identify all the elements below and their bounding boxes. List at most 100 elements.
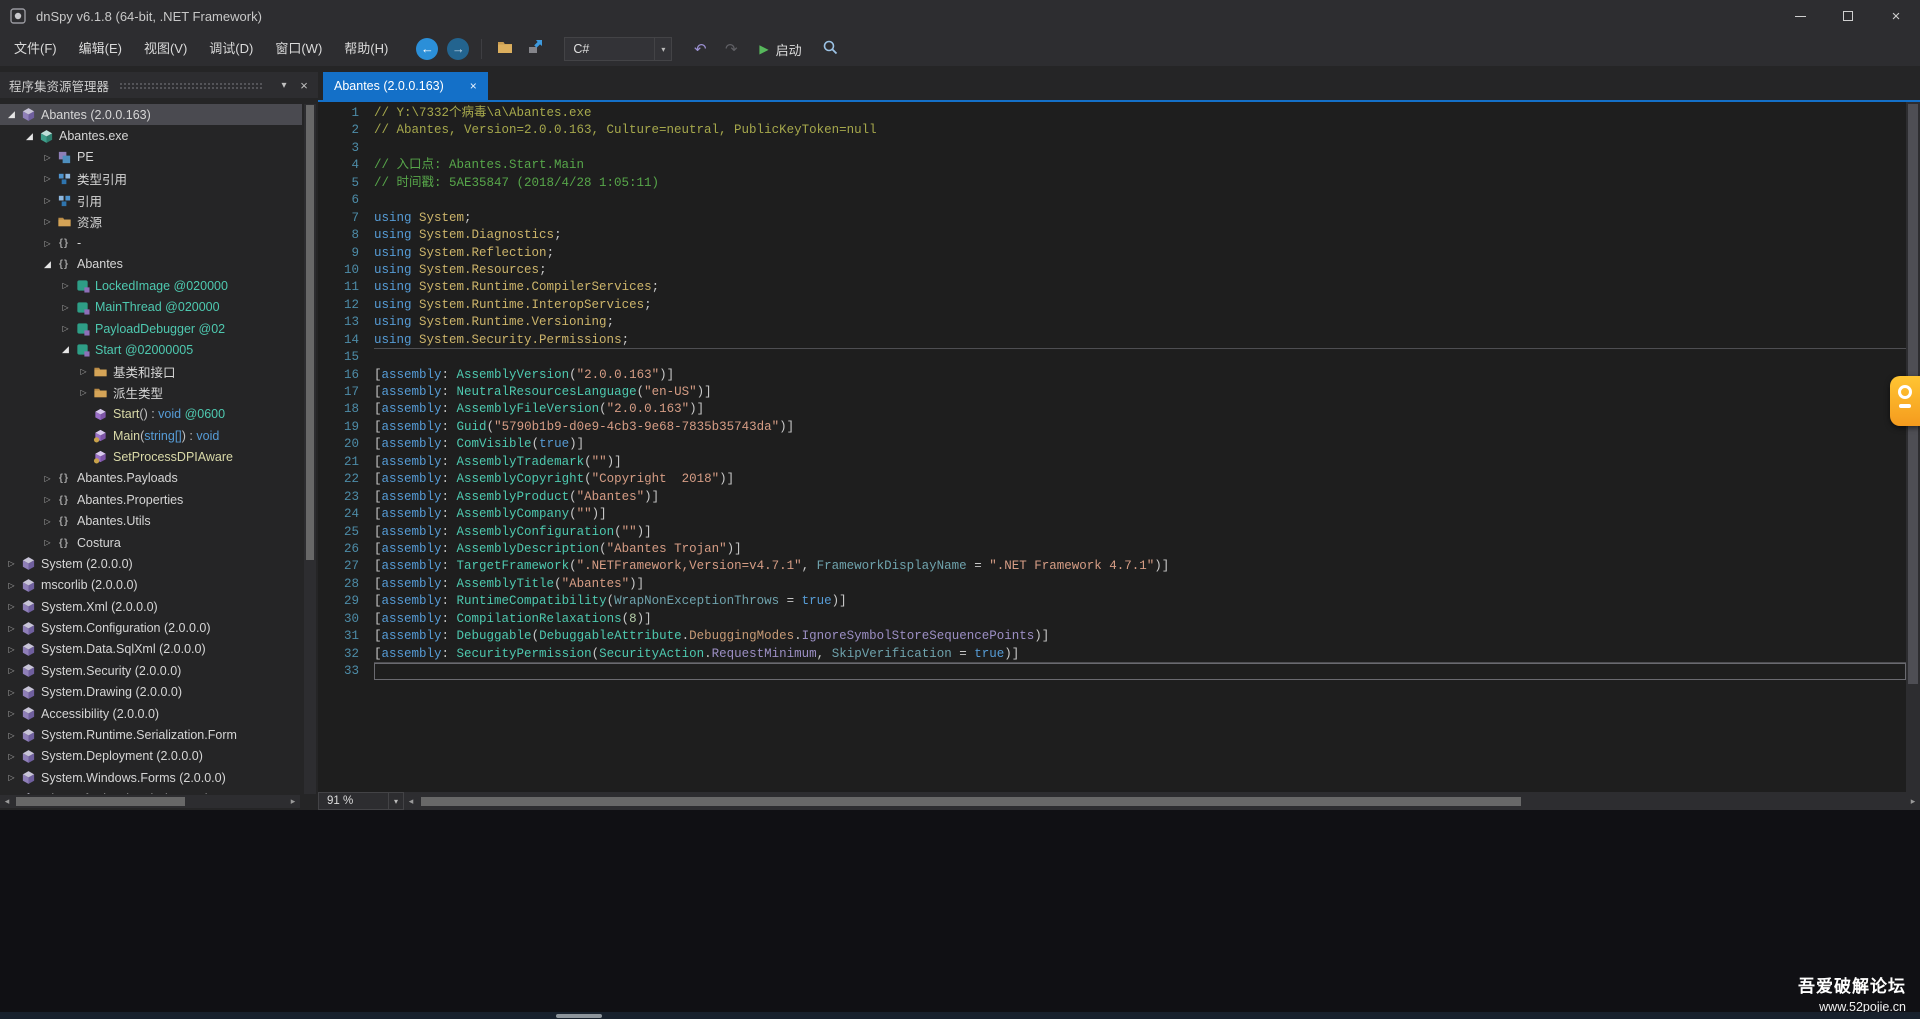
tab-close-icon[interactable]: × xyxy=(470,79,477,93)
code-line-content[interactable]: // Abantes, Version=2.0.0.163, Culture=n… xyxy=(374,122,1906,139)
expand-arrow-icon[interactable]: ▷ xyxy=(40,474,55,483)
tree-item[interactable]: ▷{}Abantes.Payloads xyxy=(0,468,302,489)
scrollbar-track[interactable] xyxy=(419,797,1905,806)
collapse-arrow-icon[interactable]: ◢ xyxy=(22,131,37,142)
code-line-content[interactable]: [assembly: AssemblyTrademark("")] xyxy=(374,454,1906,471)
collapse-arrow-icon[interactable]: ◢ xyxy=(58,344,73,355)
language-combo[interactable]: C# ▾ xyxy=(564,37,672,61)
menu-debug[interactable]: 调试(D) xyxy=(198,32,264,66)
editor-horizontal-scrollbar[interactable]: ◂ ▸ xyxy=(404,795,1920,808)
scrollbar-thumb[interactable] xyxy=(421,797,1521,806)
tree-vertical-scrollbar[interactable] xyxy=(304,104,316,794)
menu-edit[interactable]: 编辑(E) xyxy=(68,32,133,66)
panel-drag-grip[interactable] xyxy=(119,82,264,89)
close-button[interactable]: × xyxy=(1872,0,1920,32)
code-line-content[interactable]: // 入口点: Abantes.Start.Main xyxy=(374,157,1906,174)
maximize-button[interactable] xyxy=(1824,0,1872,32)
tree-item[interactable]: ▷派生类型 xyxy=(0,382,302,403)
expand-arrow-icon[interactable]: ▷ xyxy=(40,217,55,226)
expand-arrow-icon[interactable]: ▷ xyxy=(4,666,19,675)
expand-arrow-icon[interactable]: ▷ xyxy=(40,538,55,547)
expand-arrow-icon[interactable]: ▷ xyxy=(4,773,19,782)
tree-item[interactable]: ▷基类和接口 xyxy=(0,361,302,382)
code-line-content[interactable] xyxy=(374,140,1906,157)
code-line-content[interactable]: [assembly: Debuggable(DebuggableAttribut… xyxy=(374,628,1906,645)
code-line-content[interactable]: // Y:\7332个病毒\a\Abantes.exe xyxy=(374,105,1906,122)
tree-item[interactable]: ▷System.Data.SqlXml (2.0.0.0) xyxy=(0,639,302,660)
nav-back-button[interactable]: ← xyxy=(415,37,439,61)
chevron-down-icon[interactable]: ▾ xyxy=(654,38,671,60)
expand-arrow-icon[interactable]: ▷ xyxy=(40,517,55,526)
tree-item[interactable]: ▷System.Runtime.Serialization.Form xyxy=(0,724,302,745)
save-all-button[interactable] xyxy=(524,37,548,61)
expand-arrow-icon[interactable]: ▷ xyxy=(40,239,55,248)
code-line-content[interactable]: using System.Runtime.InteropServices; xyxy=(374,297,1906,314)
expand-arrow-icon[interactable]: ▷ xyxy=(4,688,19,697)
code-line-content[interactable]: using System.Runtime.CompilerServices; xyxy=(374,279,1906,296)
code-line-content[interactable] xyxy=(374,349,1906,366)
tree-item[interactable]: ▷System.Deployment (2.0.0.0) xyxy=(0,746,302,767)
expand-arrow-icon[interactable]: ▷ xyxy=(58,281,73,290)
tree-item[interactable]: ▷PE xyxy=(0,147,302,168)
code-line-content[interactable]: [assembly: AssemblyCompany("")] xyxy=(374,506,1906,523)
tree-item[interactable]: ▷Accessibility (2.0.0.0) xyxy=(0,703,302,724)
taskbar-item[interactable] xyxy=(556,1014,602,1018)
redo-button[interactable]: ↷ xyxy=(719,37,743,61)
scrollbar-track[interactable] xyxy=(14,797,286,806)
tree-item[interactable]: ▷{}- xyxy=(0,232,302,253)
tree-item[interactable]: ▷System.Windows.Forms (2.0.0.0) xyxy=(0,767,302,788)
code-line-content[interactable]: [assembly: AssemblyFileVersion("2.0.0.16… xyxy=(374,401,1906,418)
code-line-content[interactable]: // 时间戳: 5AE35847 (2018/4/28 1:05:11) xyxy=(374,175,1906,192)
tree-item[interactable]: ▷LockedImage @020000 xyxy=(0,275,302,296)
editor-vertical-scrollbar[interactable] xyxy=(1906,102,1920,792)
tree-item[interactable]: ▷资源 xyxy=(0,211,302,232)
code-line-content[interactable] xyxy=(374,663,1906,680)
code-line-content[interactable] xyxy=(374,192,1906,209)
code-line-content[interactable]: [assembly: AssemblyVersion("2.0.0.163")] xyxy=(374,367,1906,384)
tree-item[interactable]: ◢Abantes.exe xyxy=(0,125,302,146)
scroll-left-icon[interactable]: ◂ xyxy=(404,796,418,807)
tree-item[interactable]: ▷{}Abantes.Utils xyxy=(0,510,302,531)
collapse-arrow-icon[interactable]: ◢ xyxy=(4,109,19,120)
tree-item[interactable]: ▷{}Costura xyxy=(0,532,302,553)
expand-arrow-icon[interactable]: ▷ xyxy=(4,645,19,654)
code-line-content[interactable]: [assembly: ComVisible(true)] xyxy=(374,436,1906,453)
tab-abantes[interactable]: Abantes (2.0.0.163) × xyxy=(323,72,488,100)
tree-item[interactable]: ▷System.Security (2.0.0.0) xyxy=(0,660,302,681)
tree-item[interactable]: SetProcessDPIAware xyxy=(0,446,302,467)
code-line-content[interactable]: using System.Runtime.Versioning; xyxy=(374,314,1906,331)
panel-menu-button[interactable]: ▾ xyxy=(274,80,294,91)
tree-item[interactable]: ▷{}Abantes.Properties xyxy=(0,489,302,510)
code-line-content[interactable]: [assembly: RuntimeCompatibility(WrapNonE… xyxy=(374,593,1906,610)
code-line-content[interactable]: [assembly: AssemblyTitle("Abantes")] xyxy=(374,576,1906,593)
tree-item[interactable]: ▷类型引用 xyxy=(0,168,302,189)
tree-item[interactable]: ◢{}Abantes xyxy=(0,254,302,275)
tree-item[interactable]: Start() : void @0600 xyxy=(0,403,302,424)
expand-arrow-icon[interactable]: ▷ xyxy=(4,581,19,590)
expand-arrow-icon[interactable]: ▷ xyxy=(4,602,19,611)
code-line-content[interactable]: [assembly: CompilationRelaxations(8)] xyxy=(374,611,1906,628)
tree-item[interactable]: ▷System (2.0.0.0) xyxy=(0,553,302,574)
code-line-content[interactable]: using System.Reflection; xyxy=(374,245,1906,262)
scroll-left-icon[interactable]: ◂ xyxy=(0,796,14,807)
minimize-button[interactable] xyxy=(1776,0,1824,32)
tree-item[interactable]: ▷引用 xyxy=(0,190,302,211)
menu-view[interactable]: 视图(V) xyxy=(133,32,198,66)
code-line-content[interactable]: using System.Security.Permissions; xyxy=(374,332,1906,349)
code-line-content[interactable]: using System; xyxy=(374,210,1906,227)
tree-item[interactable]: ◢Abantes (2.0.0.163) xyxy=(0,104,302,125)
menu-window[interactable]: 窗口(W) xyxy=(264,32,333,66)
expand-arrow-icon[interactable]: ▷ xyxy=(76,388,91,397)
tree-item[interactable]: ▷System.Xml (2.0.0.0) xyxy=(0,596,302,617)
tree-item[interactable]: ◢Start @02000005 xyxy=(0,339,302,360)
scroll-right-icon[interactable]: ▸ xyxy=(286,796,300,807)
expand-arrow-icon[interactable]: ▷ xyxy=(40,495,55,504)
undo-button[interactable]: ↶ xyxy=(688,37,712,61)
tree-item[interactable]: ▷System.Configuration (2.0.0.0) xyxy=(0,617,302,638)
expand-arrow-icon[interactable]: ▷ xyxy=(58,303,73,312)
code-line-content[interactable]: [assembly: Guid("5790b1b9-d0e9-4cb3-9e68… xyxy=(374,419,1906,436)
expand-arrow-icon[interactable]: ▷ xyxy=(4,752,19,761)
menu-file[interactable]: 文件(F) xyxy=(3,32,68,66)
code-line-content[interactable]: [assembly: TargetFramework(".NETFramewor… xyxy=(374,558,1906,575)
scrollbar-thumb[interactable] xyxy=(16,797,185,806)
